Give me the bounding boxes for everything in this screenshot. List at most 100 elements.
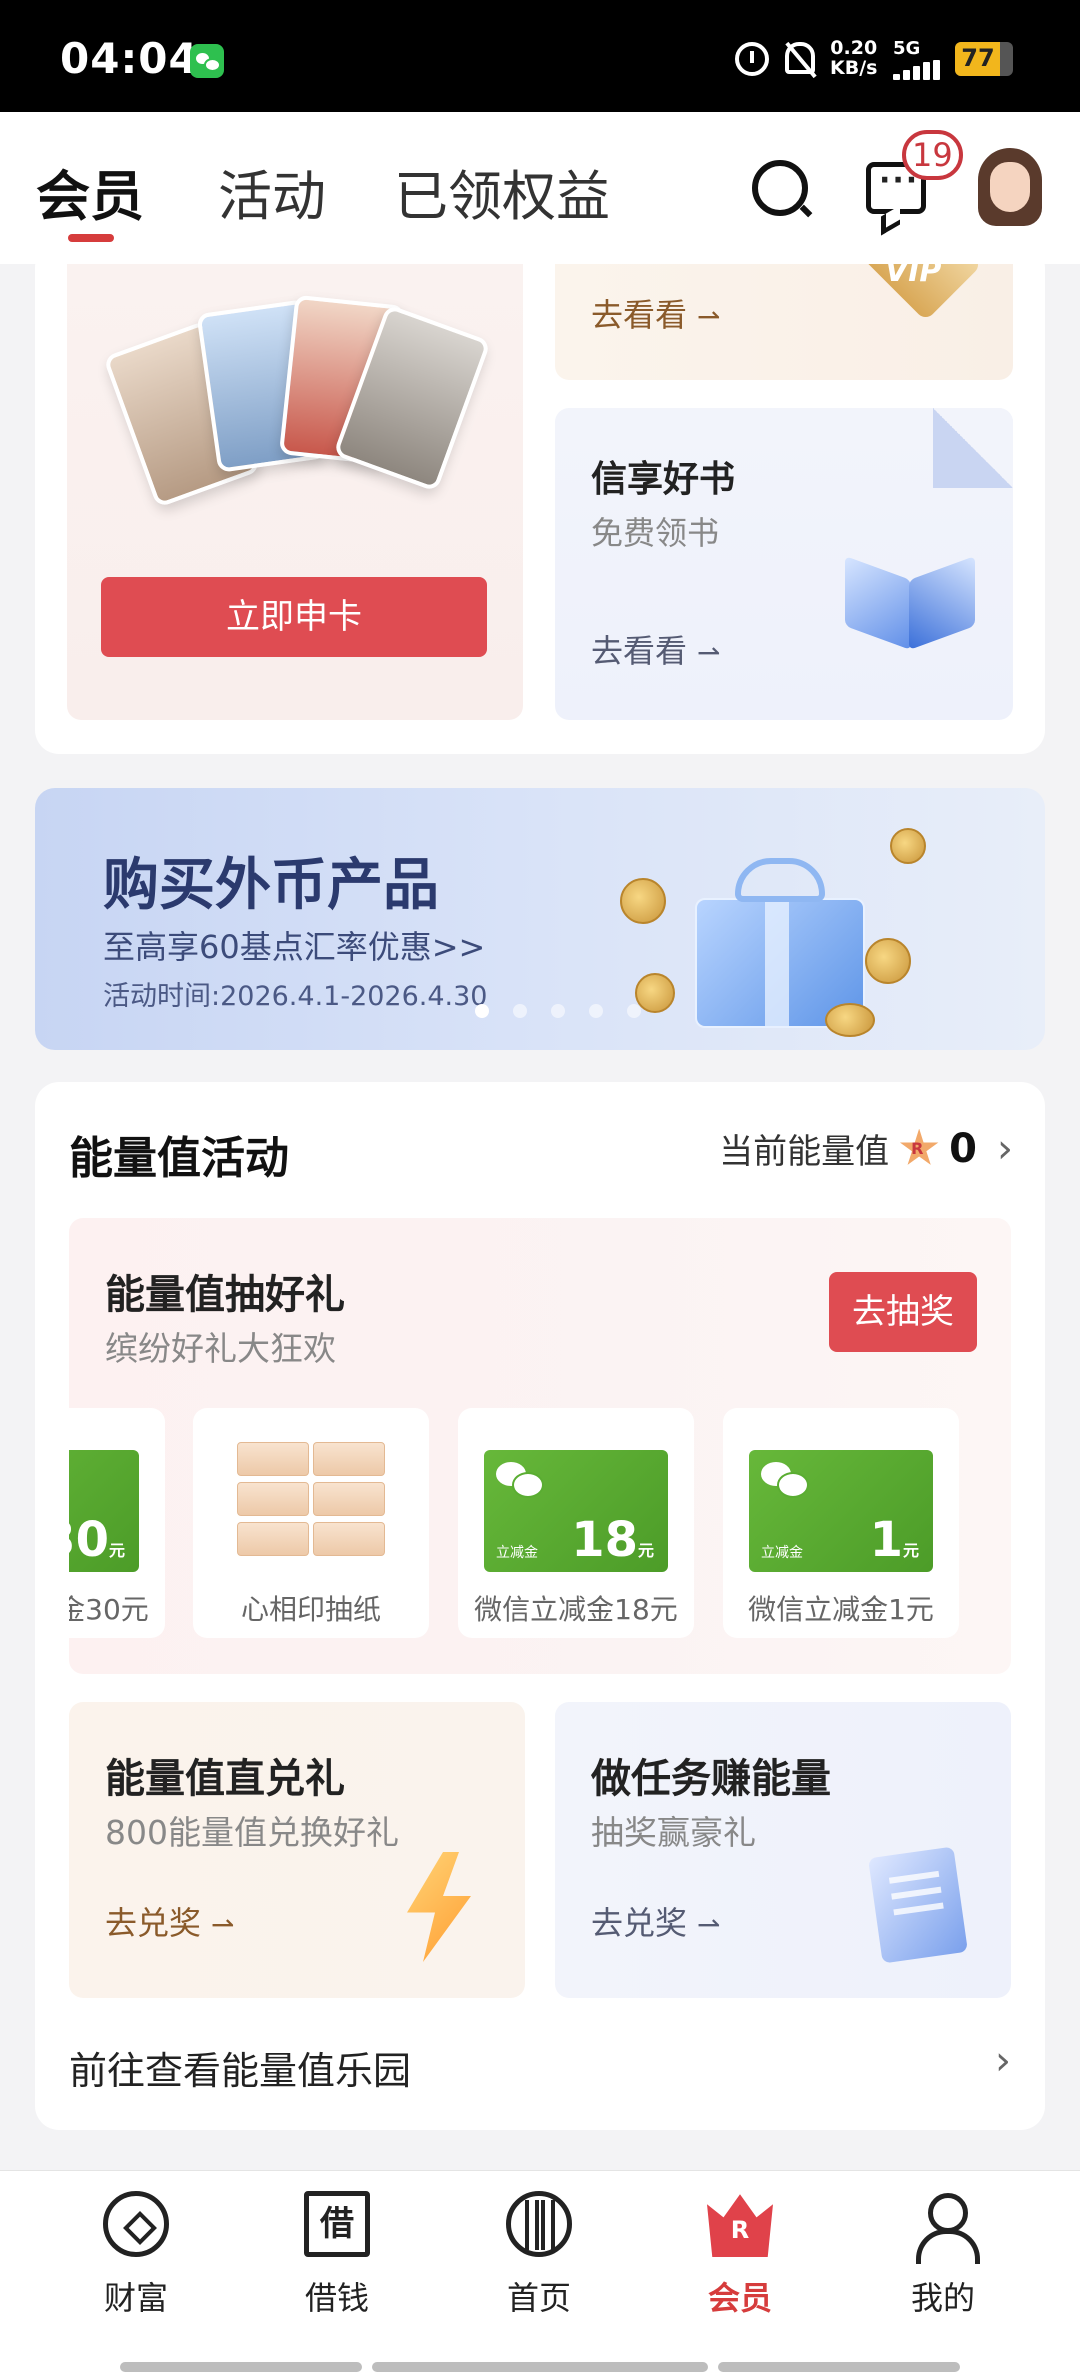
tab-claimed-benefits[interactable]: 已领权益 xyxy=(394,152,610,231)
banner-subtitle: 至高享60基点汇率优惠>> xyxy=(103,928,486,966)
message-count-badge: 19 xyxy=(902,130,963,180)
status-bar: 04:04 0.20 KB/s 5G 77 xyxy=(0,0,1080,112)
nav-home[interactable]: 首页 xyxy=(469,2191,609,2331)
prize-name: 微信立减金30元 xyxy=(69,1593,149,1626)
tasks-go-link-label: 去兑奖 xyxy=(591,1904,688,1942)
coin-icon xyxy=(890,828,926,864)
home-icon xyxy=(506,2191,572,2257)
signal-icon xyxy=(893,60,951,80)
nav-borrow-label: 借钱 xyxy=(304,2279,369,2317)
pagination-dot[interactable] xyxy=(551,1004,565,1018)
nav-mine[interactable]: 我的 xyxy=(873,2191,1013,2331)
chevron-right-icon: › xyxy=(995,2038,1011,2084)
nav-wealth[interactable]: 财富 xyxy=(66,2191,206,2331)
pagination-dot[interactable] xyxy=(475,1004,489,1018)
book-card-title: 信享好书 xyxy=(591,459,736,500)
apply-card-button[interactable]: 立即申卡 xyxy=(101,577,487,657)
exchange-go-link[interactable]: 去兑奖 ⇀ xyxy=(105,1898,234,1944)
energy-park-link[interactable]: 前往查看能量值乐园 › xyxy=(69,2030,1011,2100)
nav-mine-label: 我的 xyxy=(910,2279,975,2317)
nav-wealth-label: 财富 xyxy=(103,2279,168,2317)
borrow-icon: 借 xyxy=(304,2191,370,2257)
prize-amount: 30 xyxy=(69,1512,109,1568)
free-book-card[interactable]: 信享好书 免费领书 去看看 ⇀ xyxy=(555,408,1013,720)
battery-level: 77 xyxy=(961,44,995,72)
gesture-bar xyxy=(120,2362,960,2372)
banner-date: 活动时间:2026.4.1-2026.4.30 xyxy=(103,981,488,1012)
gift-box-icon xyxy=(685,848,875,1028)
arrow-right-icon: ⇀ xyxy=(697,1908,721,1941)
prize-item[interactable]: 立减金 18元 微信立减金18元 xyxy=(458,1408,694,1638)
arrow-right-icon: ⇀ xyxy=(697,300,721,333)
wechat-voucher-image: 30元 xyxy=(69,1450,139,1572)
prize-unit: 元 xyxy=(108,1541,125,1560)
coin-icon xyxy=(620,878,666,924)
prize-item[interactable]: 心相印抽纸 xyxy=(193,1408,429,1638)
prize-name: 心相印抽纸 xyxy=(240,1593,381,1626)
arrow-right-icon: ⇀ xyxy=(211,1908,235,1941)
coin-icon xyxy=(825,1003,875,1037)
energy-park-link-label: 前往查看能量值乐园 xyxy=(69,2049,412,2093)
exchange-go-link-label: 去兑奖 xyxy=(105,1904,202,1942)
arrow-right-icon: ⇀ xyxy=(697,636,721,669)
vip-card[interactable]: 去看看 ⇀ VIP xyxy=(555,264,1013,380)
coin-icon xyxy=(865,938,911,984)
energy-lottery-panel: 能量值抽好礼 缤纷好礼大狂欢 去抽奖 30元 微信立减金30元 心相印抽纸 xyxy=(69,1218,1011,1674)
vip-badge-text: VIP xyxy=(885,264,942,289)
bank-cards-image xyxy=(102,294,492,514)
tissue-box-image xyxy=(233,1432,393,1572)
prize-name: 微信立减金1元 xyxy=(748,1593,934,1626)
network-type: 5G xyxy=(893,38,921,59)
pagination-dot[interactable] xyxy=(513,1004,527,1018)
network-speed: 0.20 KB/s xyxy=(830,38,877,78)
open-book-icon xyxy=(845,555,975,651)
exchange-title: 能量值直兑礼 xyxy=(105,1756,345,1802)
main-content[interactable]: 立即申卡 去看看 ⇀ VIP 信享好书 免费领书 去看看 ⇀ 购买外币产品 至高享6… xyxy=(0,264,1080,2170)
earn-energy-tasks-card[interactable]: 做任务赚能量 抽奖赢豪礼 去兑奖 ⇀ xyxy=(555,1702,1011,1998)
vip-go-link[interactable]: 去看看 ⇀ xyxy=(591,290,720,336)
nav-home-label: 首页 xyxy=(506,2279,571,2317)
draw-lottery-button[interactable]: 去抽奖 xyxy=(829,1272,977,1352)
prize-item[interactable]: 30元 微信立减金30元 xyxy=(69,1408,165,1638)
book-card-subtitle: 免费领书 xyxy=(591,514,720,552)
nav-member[interactable]: R 会员 xyxy=(670,2191,810,2331)
fx-promo-banner[interactable]: 购买外币产品 至高享60基点汇率优惠>> 活动时间:2026.4.1-2026.… xyxy=(35,788,1045,1050)
pagination-dot[interactable] xyxy=(589,1004,603,1018)
status-time: 04:04 xyxy=(60,34,199,83)
pagination-dot[interactable] xyxy=(627,1004,641,1018)
search-icon[interactable] xyxy=(752,160,808,216)
promo-card: 立即申卡 去看看 ⇀ VIP 信享好书 免费领书 去看看 ⇀ xyxy=(35,264,1045,754)
wechat-icon xyxy=(496,1462,544,1498)
nav-borrow[interactable]: 借 借钱 xyxy=(267,2191,407,2331)
tasks-title: 做任务赚能量 xyxy=(591,1756,831,1802)
book-go-link[interactable]: 去看看 ⇀ xyxy=(591,626,720,672)
card-apply-panel: 立即申卡 xyxy=(67,264,523,720)
wechat-notification-icon xyxy=(190,44,224,78)
energy-activity-card: 能量值活动 当前能量值 R 0 › 能量值抽好礼 缤纷好礼大狂欢 去抽奖 30元… xyxy=(35,1082,1045,2130)
nav-member-label: 会员 xyxy=(707,2279,772,2317)
wechat-voucher-image: 立减金 18元 xyxy=(484,1450,668,1572)
current-energy[interactable]: 当前能量值 R 0 › xyxy=(719,1124,1013,1173)
prize-amount: 1 xyxy=(869,1512,903,1568)
current-energy-label: 当前能量值 xyxy=(719,1132,890,1172)
tab-activities[interactable]: 活动 xyxy=(218,152,326,231)
lottery-title: 能量值抽好礼 xyxy=(105,1272,345,1318)
prize-name: 微信立减金18元 xyxy=(474,1593,678,1626)
tasks-go-link[interactable]: 去兑奖 ⇀ xyxy=(591,1898,720,1944)
avatar[interactable] xyxy=(974,148,1046,228)
lottery-subtitle: 缤纷好礼大狂欢 xyxy=(105,1329,336,1368)
prize-item[interactable]: 立减金 1元 微信立减金1元 xyxy=(723,1408,959,1638)
current-energy-value: 0 xyxy=(949,1125,977,1172)
prize-carousel[interactable]: 30元 微信立减金30元 心相印抽纸 立减金 1 xyxy=(69,1408,1011,1638)
tab-member[interactable]: 会员 xyxy=(36,152,144,231)
wechat-icon xyxy=(761,1462,809,1498)
tasks-subtitle: 抽奖赢豪礼 xyxy=(591,1813,756,1852)
wechat-voucher-image: 立减金 1元 xyxy=(749,1450,933,1572)
energy-exchange-card[interactable]: 能量值直兑礼 800能量值兑换好礼 去兑奖 ⇀ xyxy=(69,1702,525,1998)
prize-tag: 立减金 xyxy=(761,1545,803,1561)
energy-section-title: 能量值活动 xyxy=(69,1133,289,1184)
wealth-icon xyxy=(103,2191,169,2257)
exchange-subtitle: 800能量值兑换好礼 xyxy=(105,1813,399,1852)
page-curl-decoration xyxy=(933,408,1013,488)
bottom-navigation: 财富 借 借钱 首页 R 会员 我的 xyxy=(0,2170,1080,2376)
